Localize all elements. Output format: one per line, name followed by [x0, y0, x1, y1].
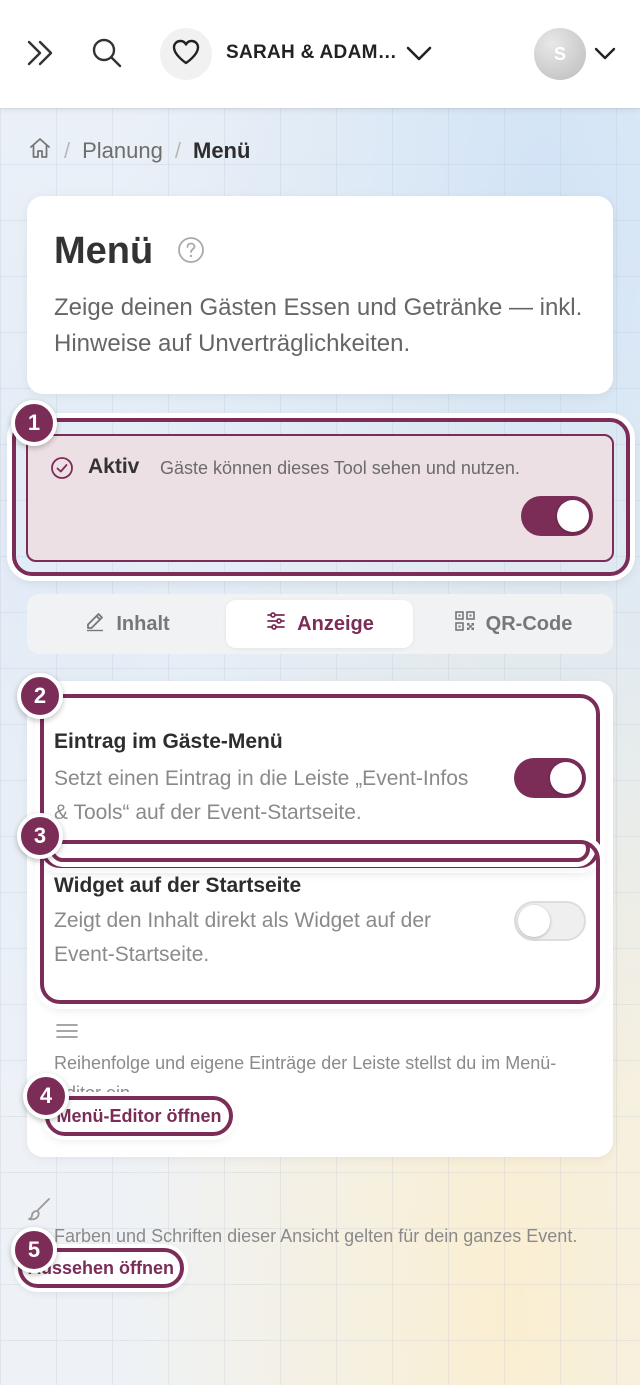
page-description: Zeige deinen Gästen Essen und Getränke —… — [54, 294, 583, 357]
tab-label: QR-Code — [485, 612, 573, 635]
setting-title-widget: Widget auf der Startseite — [54, 874, 302, 897]
avatar[interactable]: S — [534, 28, 586, 80]
edit-icon — [84, 610, 106, 638]
heart-icon — [171, 37, 201, 72]
double-chevron-right-icon[interactable] — [24, 36, 58, 70]
guest-menu-toggle[interactable] — [514, 758, 586, 798]
page-title: Menü — [54, 230, 154, 272]
breadcrumb-separator: / — [64, 138, 71, 163]
active-toggle[interactable] — [521, 496, 593, 536]
toggle-knob — [550, 762, 582, 794]
widget-toggle[interactable] — [514, 901, 586, 941]
tab-anzeige[interactable]: Anzeige — [226, 600, 413, 648]
breadcrumb-item-current: Menü — [193, 138, 251, 163]
badge-number: 1 — [27, 410, 41, 435]
setting-title-guest-menu: Eintrag im Gäste-Menü — [54, 730, 283, 753]
question-circle-icon[interactable] — [177, 236, 205, 269]
badge-number: 3 — [33, 823, 47, 848]
step-badge-3: 3 — [17, 813, 63, 859]
chevron-down-icon[interactable] — [404, 40, 434, 68]
brush-icon — [26, 1196, 52, 1227]
active-toggle-section: Aktiv Gäste können dieses Tool sehen und… — [26, 434, 614, 562]
sliders-icon — [265, 610, 287, 638]
breadcrumb-item-planung[interactable]: Planung — [82, 138, 163, 164]
step-badge-4: 4 — [23, 1073, 69, 1119]
breadcrumb-separator: / — [174, 138, 181, 163]
event-switcher-heart[interactable] — [160, 28, 212, 80]
active-label: Aktiv — [88, 455, 140, 478]
tab-label: Inhalt — [116, 612, 170, 635]
breadcrumb: / Planung / Menü — [28, 136, 250, 166]
avatar-initial: S — [553, 43, 566, 64]
qr-code-icon — [454, 610, 476, 638]
menu-lines-icon — [56, 1022, 78, 1045]
tab-label: Anzeige — [297, 612, 374, 635]
button-label: Menü-Editor öffnen — [56, 1105, 222, 1126]
tab-bar: Inhalt Anzeige QR-Code — [27, 594, 613, 654]
menu-editor-button[interactable]: Menü-Editor öffnen — [45, 1096, 233, 1136]
badge-number: 2 — [33, 683, 47, 708]
user-menu-chevron-down-icon[interactable] — [592, 42, 618, 66]
search-icon[interactable] — [90, 36, 124, 70]
tab-qr-code[interactable]: QR-Code — [419, 600, 607, 648]
home-icon[interactable] — [28, 136, 52, 166]
top-bar: SARAH & ADAM… S — [0, 0, 640, 108]
active-description: Gäste können dieses Tool sehen und nutze… — [160, 458, 520, 478]
check-circle-icon — [50, 456, 74, 485]
appearance-hint: Farben und Schriften dieser Ansicht gelt… — [54, 1226, 578, 1246]
badge-number: 4 — [39, 1083, 53, 1108]
step-badge-5: 5 — [11, 1227, 57, 1273]
toggle-knob — [518, 905, 550, 937]
badge-number: 5 — [27, 1237, 41, 1262]
tab-inhalt[interactable]: Inhalt — [33, 600, 221, 648]
step-badge-1: 1 — [11, 400, 57, 446]
event-name[interactable]: SARAH & ADAM… — [226, 42, 397, 64]
setting-description-guest-menu: Setzt einen Eintrag in die Leiste „Event… — [54, 767, 469, 824]
step-badge-2: 2 — [17, 673, 63, 719]
title-card: Menü Zeige deinen Gästen Essen und Geträ… — [27, 196, 613, 394]
setting-description-widget: Zeigt den Inhalt direkt als Widget auf d… — [54, 909, 432, 966]
toggle-knob — [557, 500, 589, 532]
